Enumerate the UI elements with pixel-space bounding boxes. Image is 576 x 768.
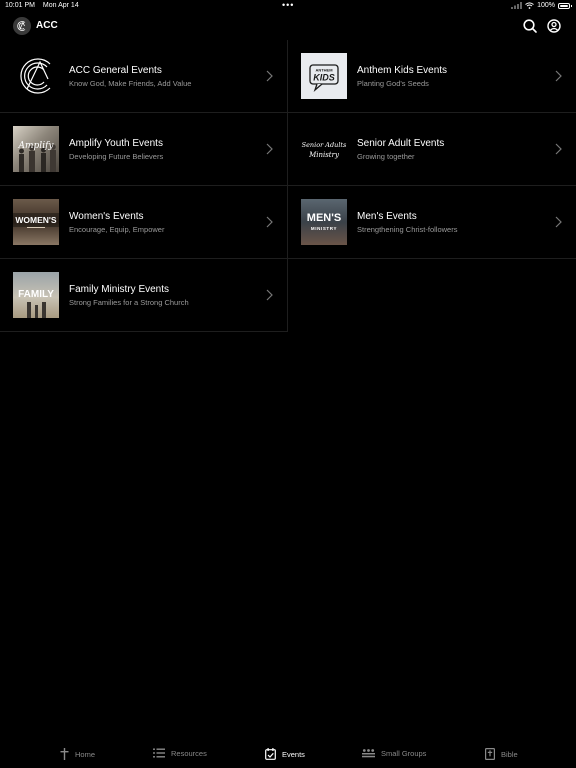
chevron-right-icon xyxy=(555,70,562,82)
tab-bar: Home Resources Events Small Groups Bible xyxy=(0,740,576,768)
event-subtitle: Growing together xyxy=(357,152,415,161)
chevron-right-icon xyxy=(266,70,273,82)
event-title: Anthem Kids Events xyxy=(357,65,448,76)
event-item-anthem-kids[interactable]: ANTHEM KIDS Anthem Kids Events Planting … xyxy=(288,40,576,113)
events-row: FAMILY Family Ministry Events Strong Fam… xyxy=(0,259,576,332)
list-icon xyxy=(153,748,165,758)
mens-photo: MEN'S MINISTRY xyxy=(301,199,347,245)
multitasking-dots-icon[interactable]: ••• xyxy=(282,0,294,10)
chevron-right-icon xyxy=(555,143,562,155)
bible-icon xyxy=(485,748,495,760)
event-item-amplify-youth[interactable]: Amplify Amplify Youth Events Developing … xyxy=(0,113,288,186)
family-label: FAMILY xyxy=(18,289,54,300)
battery-icon xyxy=(558,2,572,9)
event-subtitle: Encourage, Equip, Empower xyxy=(69,225,165,234)
event-item-mens[interactable]: MEN'S MINISTRY Men's Events Strengthenin… xyxy=(288,186,576,259)
tab-bible[interactable]: Bible xyxy=(485,748,518,760)
womens-label: WOMEN'S xyxy=(15,215,57,225)
tab-label: Resources xyxy=(171,748,207,758)
event-title: Men's Events xyxy=(357,211,417,222)
app-name: ACC xyxy=(36,20,58,31)
acc-brand-logo-icon[interactable] xyxy=(13,17,31,35)
event-subtitle: Strong Families for a Strong Church xyxy=(69,298,189,307)
event-subtitle: Strengthening Christ-followers xyxy=(357,225,458,234)
mens-ministry-label: MINISTRY xyxy=(311,226,337,231)
calendar-check-icon xyxy=(265,748,276,760)
events-row: WOMEN'S Women's Events Encourage, Equip,… xyxy=(0,186,576,259)
event-title: Amplify Youth Events xyxy=(69,138,163,149)
tab-resources[interactable]: Resources xyxy=(153,748,207,758)
groups-icon xyxy=(362,749,375,758)
event-title: Women's Events xyxy=(69,211,144,222)
senior-adults-logo: Senior Adults Ministry xyxy=(301,126,347,172)
empty-cell xyxy=(288,259,576,332)
events-row: ACC General Events Know God, Make Friend… xyxy=(0,40,576,113)
family-photo: FAMILY xyxy=(13,272,59,318)
event-title: Senior Adult Events xyxy=(357,138,445,149)
tab-label: Events xyxy=(282,749,305,759)
chevron-right-icon xyxy=(266,216,273,228)
status-left: 10:01 PM Mon Apr 14 xyxy=(5,2,85,9)
search-icon[interactable] xyxy=(522,18,538,34)
kids-label: KIDS xyxy=(313,73,335,83)
ministry-label: Ministry xyxy=(308,151,340,159)
chevron-right-icon xyxy=(266,289,273,301)
tab-label: Small Groups xyxy=(381,748,427,758)
mens-label: MEN'S xyxy=(307,212,341,224)
chevron-right-icon xyxy=(266,143,273,155)
wifi-icon xyxy=(525,2,534,9)
event-title: Family Ministry Events xyxy=(69,284,170,295)
events-row: Amplify Amplify Youth Events Developing … xyxy=(0,113,576,186)
anthem-kids-logo: ANTHEM KIDS xyxy=(301,53,347,99)
acc-logo-icon xyxy=(13,53,59,99)
nav-bar: ACC xyxy=(0,12,576,40)
status-date: Mon Apr 14 xyxy=(42,2,79,9)
womens-photo: WOMEN'S xyxy=(13,199,59,245)
event-subtitle: Developing Future Believers xyxy=(69,152,164,161)
event-subtitle: Know God, Make Friends, Add Value xyxy=(69,79,192,88)
status-right: 100% xyxy=(511,2,572,9)
event-item-family-ministry[interactable]: FAMILY Family Ministry Events Strong Fam… xyxy=(0,259,288,332)
battery-percent: 100% xyxy=(537,2,555,9)
account-icon[interactable] xyxy=(546,18,562,34)
senior-adults-label: Senior Adults xyxy=(302,141,347,149)
amplify-photo: Amplify xyxy=(13,126,59,172)
tab-label: Bible xyxy=(501,749,518,759)
event-title: ACC General Events xyxy=(69,65,162,76)
tab-label: Home xyxy=(75,749,96,759)
status-time: 10:01 PM xyxy=(5,2,35,9)
tab-small-groups[interactable]: Small Groups xyxy=(362,748,426,758)
cellular-signal-icon xyxy=(511,2,523,9)
tab-home[interactable]: Home xyxy=(60,748,95,760)
amplify-label: Amplify xyxy=(18,141,55,151)
events-grid: ACC General Events Know God, Make Friend… xyxy=(0,40,576,332)
event-item-senior-adult[interactable]: Senior Adults Ministry Senior Adult Even… xyxy=(288,113,576,186)
event-item-acc-general[interactable]: ACC General Events Know God, Make Friend… xyxy=(0,40,288,113)
event-item-womens[interactable]: WOMEN'S Women's Events Encourage, Equip,… xyxy=(0,186,288,259)
tab-events[interactable]: Events xyxy=(265,748,305,760)
event-subtitle: Planting God's Seeds xyxy=(357,79,429,88)
cross-icon xyxy=(60,748,69,760)
chevron-right-icon xyxy=(555,216,562,228)
status-bar: 10:01 PM Mon Apr 14 ••• 100% xyxy=(0,0,576,12)
